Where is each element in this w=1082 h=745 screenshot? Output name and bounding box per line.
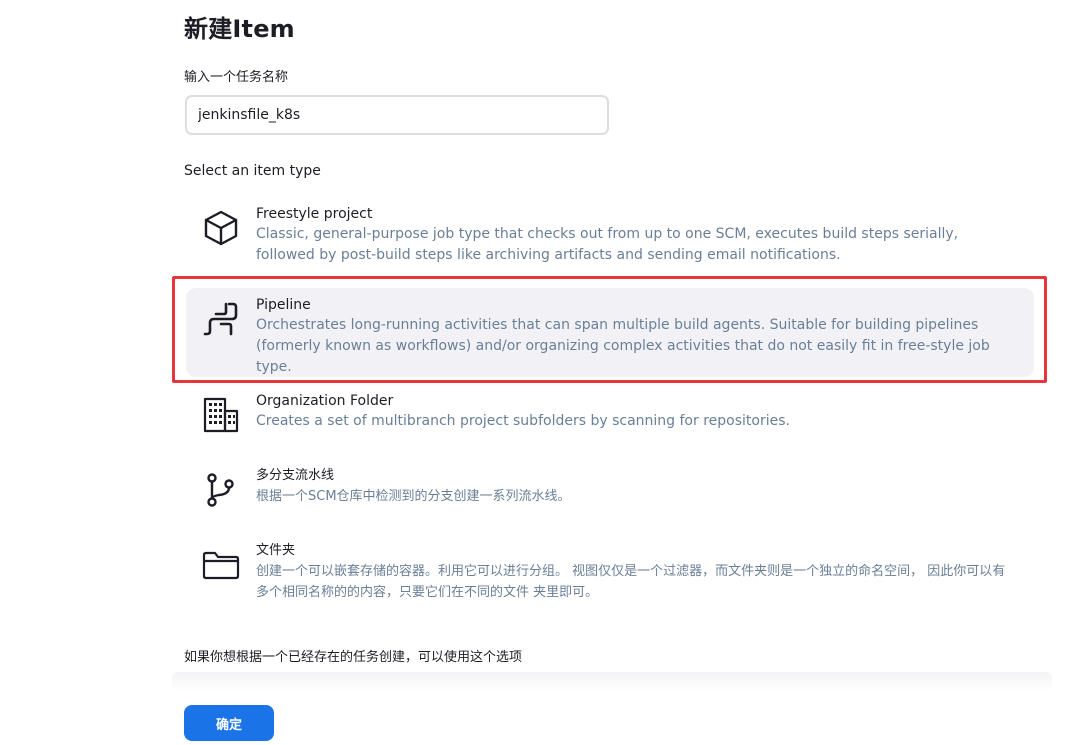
item-type-organization-folder[interactable]: Organization Folder Creates a set of mul… (186, 384, 1034, 439)
page-title: 新建Item (184, 15, 295, 43)
branch-icon (202, 471, 240, 509)
ok-button[interactable]: 确定 (184, 705, 274, 741)
pipeline-icon (202, 300, 240, 338)
item-description: Creates a set of multibranch project sub… (256, 413, 790, 429)
item-description: 根据一个SCM仓库中检测到的分支创建一系列流水线。 (256, 489, 571, 504)
item-type-pipeline[interactable]: Pipeline Orchestrates long-running activ… (186, 288, 1034, 377)
item-description: Orchestrates long-running activities tha… (256, 317, 990, 375)
item-name-input[interactable] (185, 95, 609, 135)
item-type-freestyle[interactable]: Freestyle project Classic, general-purpo… (186, 197, 1034, 273)
cube-icon (202, 209, 240, 247)
item-title: Pipeline (256, 297, 311, 313)
building-icon (202, 396, 240, 434)
item-title: Organization Folder (256, 393, 394, 409)
copy-from-label: 如果你想根据一个已经存在的任务创建，可以使用这个选项 (184, 650, 523, 665)
item-name-label: 输入一个任务名称 (184, 70, 289, 85)
folder-icon (202, 546, 240, 584)
item-type-multibranch-pipeline[interactable]: 多分支流水线 根据一个SCM仓库中检测到的分支创建一系列流水线。 (186, 459, 1034, 514)
item-type-label: Select an item type (184, 163, 321, 179)
item-title: 文件夹 (256, 543, 296, 558)
item-type-folder[interactable]: 文件夹 创建一个可以嵌套存储的容器。利用它可以进行分组。 视图仅仅是一个过滤器，… (186, 534, 1034, 610)
item-title: 多分支流水线 (256, 468, 335, 483)
item-description: 创建一个可以嵌套存储的容器。利用它可以进行分组。 视图仅仅是一个过滤器，而文件夹… (256, 564, 1006, 600)
item-description: Classic, general-purpose job type that c… (256, 226, 959, 263)
copy-from-field[interactable] (172, 672, 1052, 692)
item-title: Freestyle project (256, 206, 373, 222)
